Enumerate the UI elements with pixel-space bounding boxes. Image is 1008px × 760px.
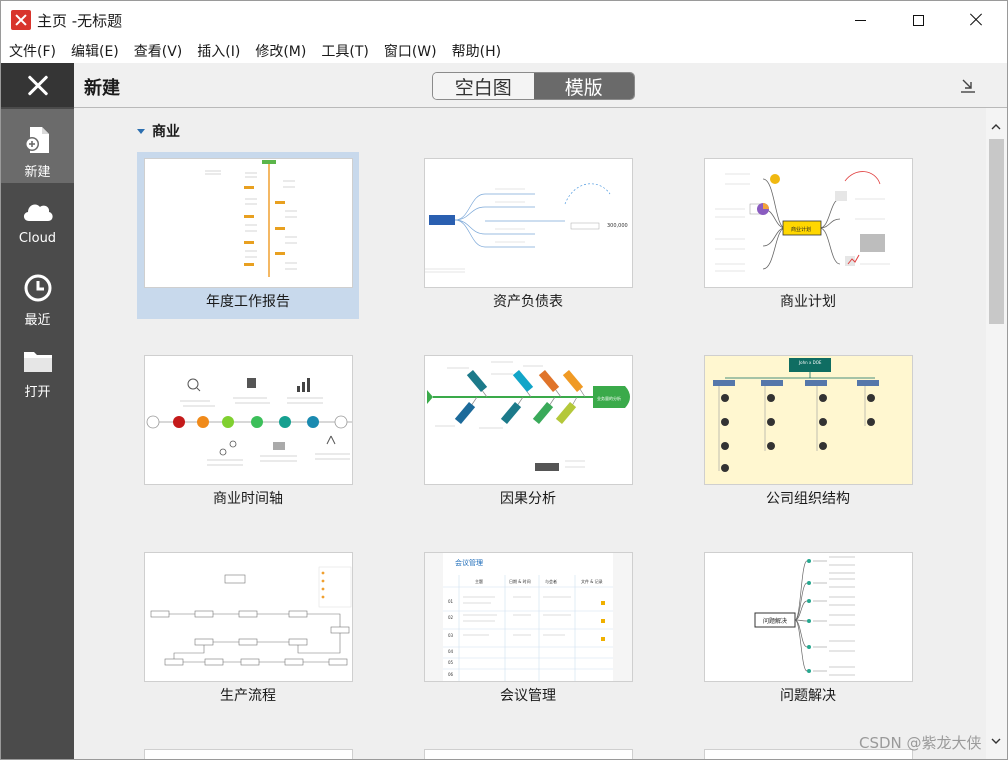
- template-card-annual-report[interactable]: 年度工作报告: [137, 152, 359, 319]
- template-label: 商业计划: [780, 294, 836, 310]
- menu-window[interactable]: 窗口(W): [384, 41, 437, 61]
- menu-insert[interactable]: 插入(I): [197, 41, 240, 61]
- close-panel-button[interactable]: [1, 63, 74, 107]
- sidebar-item-cloud[interactable]: Cloud: [1, 183, 74, 257]
- close-icon: [969, 13, 983, 27]
- thumb-meeting-title: 会议管理: [455, 558, 483, 567]
- close-icon: [27, 74, 49, 96]
- close-window-button[interactable]: [947, 1, 1005, 39]
- template-card-problem-solving[interactable]: 问题解决 问题解决: [697, 546, 919, 713]
- thumb-asset-value: 300,000: [607, 223, 628, 229]
- sidebar-item-new[interactable]: 新建: [1, 109, 74, 183]
- template-card-org-chart[interactable]: John x DOE 公司组织结构: [697, 349, 919, 516]
- template-thumbnail: 业务量的分析: [424, 355, 633, 485]
- page-title: 新建: [84, 78, 120, 99]
- template-card-meeting-management[interactable]: 会议管理 主题 日期 & 时间 与会者 文件 & 记录 01 02 03 04 …: [417, 546, 639, 713]
- scrollbar-thumb[interactable]: [989, 139, 1004, 324]
- template-card-business-plan[interactable]: 商业计划 商业计划: [697, 152, 919, 319]
- thumb-row: 03: [448, 633, 454, 638]
- minimize-icon: [854, 19, 866, 21]
- thumb-row: 06: [448, 672, 454, 677]
- menu-edit[interactable]: 编辑(E): [71, 41, 119, 61]
- watermark: CSDN @紫龙大侠: [859, 734, 982, 752]
- sidebar-item-recent[interactable]: 最近: [1, 257, 74, 331]
- template-card-business-timeline[interactable]: 商业时间轴: [137, 349, 359, 516]
- menu-file[interactable]: 文件(F): [9, 41, 56, 61]
- mode-switch: 空白图 模版: [432, 72, 635, 100]
- category-header[interactable]: 商业: [137, 121, 180, 141]
- window-title: 主页 -无标题: [37, 12, 123, 30]
- sidebar-item-label: 新建: [24, 165, 51, 180]
- template-label: 年度工作报告: [206, 294, 290, 310]
- thumb-row: 01: [448, 599, 454, 604]
- menu-tools[interactable]: 工具(T): [321, 41, 368, 61]
- template-thumbnail: 商业计划: [704, 158, 913, 288]
- template-card-balance-sheet[interactable]: 300,000 资产负债表: [417, 152, 639, 319]
- sidebar-item-label: Cloud: [18, 231, 57, 246]
- menu-modify[interactable]: 修改(M): [255, 41, 306, 61]
- template-card-partial[interactable]: [137, 743, 359, 759]
- template-thumbnail: [144, 749, 353, 759]
- new-header-bar: 新建 空白图 模版: [74, 63, 1007, 108]
- menu-view[interactable]: 查看(V): [134, 41, 183, 61]
- thumb-col: 日期 & 时间: [509, 578, 531, 584]
- clock-icon: [24, 274, 51, 302]
- maximize-button[interactable]: [889, 1, 947, 39]
- thumb-row: 05: [448, 660, 454, 665]
- thumb-plan-center: 商业计划: [791, 226, 811, 233]
- vertical-scrollbar[interactable]: [986, 108, 1007, 759]
- maximize-icon: [912, 14, 924, 26]
- template-card-partial[interactable]: [417, 743, 639, 759]
- template-thumbnail: [144, 158, 353, 288]
- sidebar-item-label: 最近: [24, 313, 51, 328]
- app-window: 主页 -无标题 文件(F) 编辑(E) 查看(V) 插入(I) 修改(M) 工具…: [0, 0, 1008, 760]
- cloud-icon: [23, 204, 53, 221]
- template-thumbnail: [144, 552, 353, 682]
- thumb-col: 主题: [475, 578, 483, 584]
- template-label: 因果分析: [500, 491, 556, 507]
- tab-blank-map[interactable]: 空白图: [433, 73, 534, 99]
- template-thumbnail: 问题解决: [704, 552, 913, 682]
- sidebar-item-open[interactable]: 打开: [1, 331, 74, 405]
- scroll-down-arrow-icon[interactable]: [991, 736, 1001, 746]
- collapse-triangle-icon: [137, 128, 145, 134]
- menu-bar: 文件(F) 编辑(E) 查看(V) 插入(I) 修改(M) 工具(T) 窗口(W…: [1, 39, 1007, 63]
- thumb-problem-center: 问题解决: [763, 617, 787, 625]
- template-card-production-flow[interactable]: 生产流程: [137, 546, 359, 713]
- thumb-col: 文件 & 记录: [581, 578, 603, 584]
- thumb-org-top: John x DOE: [798, 360, 822, 365]
- template-gallery: 商业 年度工作报告 300,000 资产负债表 商业计划 商业计划 商业时间轴 …: [74, 108, 986, 759]
- scroll-up-arrow-icon[interactable]: [991, 122, 1001, 132]
- template-label: 会议管理: [500, 688, 556, 704]
- template-thumbnail: John x DOE: [704, 355, 913, 485]
- category-title: 商业: [152, 124, 180, 140]
- template-thumbnail: 300,000: [424, 158, 633, 288]
- folder-icon: [23, 352, 52, 372]
- left-sidebar: 新建 Cloud 最近 打开: [1, 63, 74, 759]
- title-bar: 主页 -无标题: [1, 1, 1007, 39]
- minimize-button[interactable]: [831, 1, 889, 39]
- menu-help[interactable]: 帮助(H): [452, 41, 501, 61]
- thumb-row: 02: [448, 615, 454, 620]
- new-file-icon: [24, 127, 49, 153]
- template-label: 问题解决: [780, 688, 836, 704]
- template-label: 公司组织结构: [766, 491, 850, 507]
- import-arrow-icon[interactable]: [960, 77, 976, 93]
- sidebar-item-label: 打开: [24, 385, 51, 400]
- template-thumbnail: 会议管理 主题 日期 & 时间 与会者 文件 & 记录 01 02 03 04 …: [424, 552, 633, 682]
- template-label: 生产流程: [220, 688, 276, 704]
- thumb-fishbone-head: 业务量的分析: [597, 395, 621, 401]
- thumb-row: 04: [448, 649, 454, 654]
- thumb-col: 与会者: [545, 578, 557, 584]
- template-thumbnail: [144, 355, 353, 485]
- template-card-cause-analysis[interactable]: 业务量的分析 因果分析: [417, 349, 639, 516]
- template-thumbnail: [424, 749, 633, 759]
- xmind-logo-icon: [11, 10, 31, 30]
- template-label: 商业时间轴: [213, 491, 283, 507]
- template-label: 资产负债表: [493, 294, 563, 310]
- tab-templates[interactable]: 模版: [533, 73, 634, 99]
